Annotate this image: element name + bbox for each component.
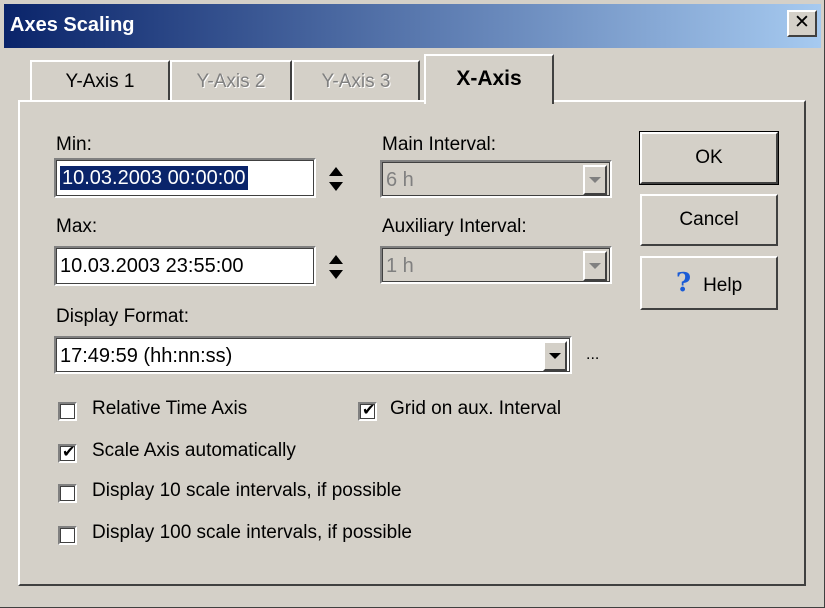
spin-down-icon[interactable] (329, 270, 343, 279)
relative-time-label: Relative Time Axis (92, 398, 248, 419)
help-label: Help (703, 275, 743, 296)
relative-time-checkbox[interactable] (58, 402, 77, 421)
aux-interval-select[interactable]: 1 h (380, 246, 612, 284)
display100-label: Display 100 scale intervals, if possible (92, 522, 412, 543)
tab-y-axis-3-label: Y-Axis 3 (321, 71, 391, 92)
min-value: 10.03.2003 00:00:00 (60, 166, 248, 190)
cancel-label: Cancel (679, 209, 739, 230)
question-icon: ? (675, 268, 692, 298)
main-interval-value: 6 h (386, 169, 414, 191)
tab-y-axis-2[interactable]: Y-Axis 2 (170, 60, 292, 100)
window-title: Axes Scaling (10, 14, 135, 36)
max-spinner[interactable] (326, 248, 346, 288)
checkmark-icon: ✔ (62, 444, 76, 461)
close-button[interactable]: ✕ (787, 10, 817, 37)
grid-aux-checkbox[interactable]: ✔ (358, 402, 377, 421)
spin-up-icon[interactable] (329, 167, 343, 176)
tab-y-axis-1[interactable]: Y-Axis 1 (30, 60, 170, 100)
scale-auto-checkbox[interactable]: ✔ (58, 444, 77, 463)
ok-label: OK (695, 147, 723, 168)
grid-aux-label: Grid on aux. Interval (390, 398, 562, 419)
main-interval-select[interactable]: 6 h (380, 160, 612, 198)
cancel-button[interactable]: Cancel (640, 194, 778, 246)
tab-x-axis[interactable]: X-Axis (424, 54, 554, 104)
checkmark-icon: ✔ (362, 402, 376, 419)
title-bar[interactable]: Axes Scaling ✕ (4, 4, 821, 48)
chevron-down-icon[interactable] (583, 251, 607, 281)
max-label: Max: (56, 216, 98, 237)
min-input[interactable]: 10.03.2003 00:00:00 (54, 158, 316, 198)
tab-y-axis-1-label: Y-Axis 1 (65, 71, 135, 92)
display-format-label: Display Format: (56, 306, 190, 327)
display-format-value: 17:49:59 (hh:nn:ss) (60, 345, 233, 367)
scale-auto-label: Scale Axis automatically (92, 440, 296, 461)
format-more-button[interactable]: ... (586, 346, 599, 364)
help-button[interactable]: ? Help (640, 256, 778, 310)
tab-y-axis-2-label: Y-Axis 2 (196, 71, 266, 92)
chevron-down-icon[interactable] (543, 341, 567, 371)
max-value: 10.03.2003 23:55:00 (60, 255, 244, 277)
aux-interval-label: Auxiliary Interval: (382, 216, 527, 237)
min-spinner[interactable] (326, 160, 346, 200)
tab-x-axis-label: X-Axis (456, 67, 522, 90)
display10-label: Display 10 scale intervals, if possible (92, 480, 402, 501)
axes-scaling-dialog: Axes Scaling ✕ Y-Axis 1 Y-Axis 2 Y-Axis … (0, 0, 825, 608)
ok-button[interactable]: OK (639, 131, 779, 185)
tab-y-axis-3[interactable]: Y-Axis 3 (292, 60, 420, 100)
spin-up-icon[interactable] (329, 255, 343, 264)
main-interval-label: Main Interval: (382, 134, 497, 155)
display-format-select[interactable]: 17:49:59 (hh:nn:ss) (54, 336, 572, 374)
min-label: Min: (56, 134, 92, 155)
spin-down-icon[interactable] (329, 182, 343, 191)
chevron-down-icon[interactable] (583, 165, 607, 195)
display100-checkbox[interactable] (58, 526, 77, 545)
close-icon: ✕ (794, 12, 810, 33)
max-input[interactable]: 10.03.2003 23:55:00 (54, 246, 316, 286)
aux-interval-value: 1 h (386, 255, 414, 277)
display10-checkbox[interactable] (58, 484, 77, 503)
